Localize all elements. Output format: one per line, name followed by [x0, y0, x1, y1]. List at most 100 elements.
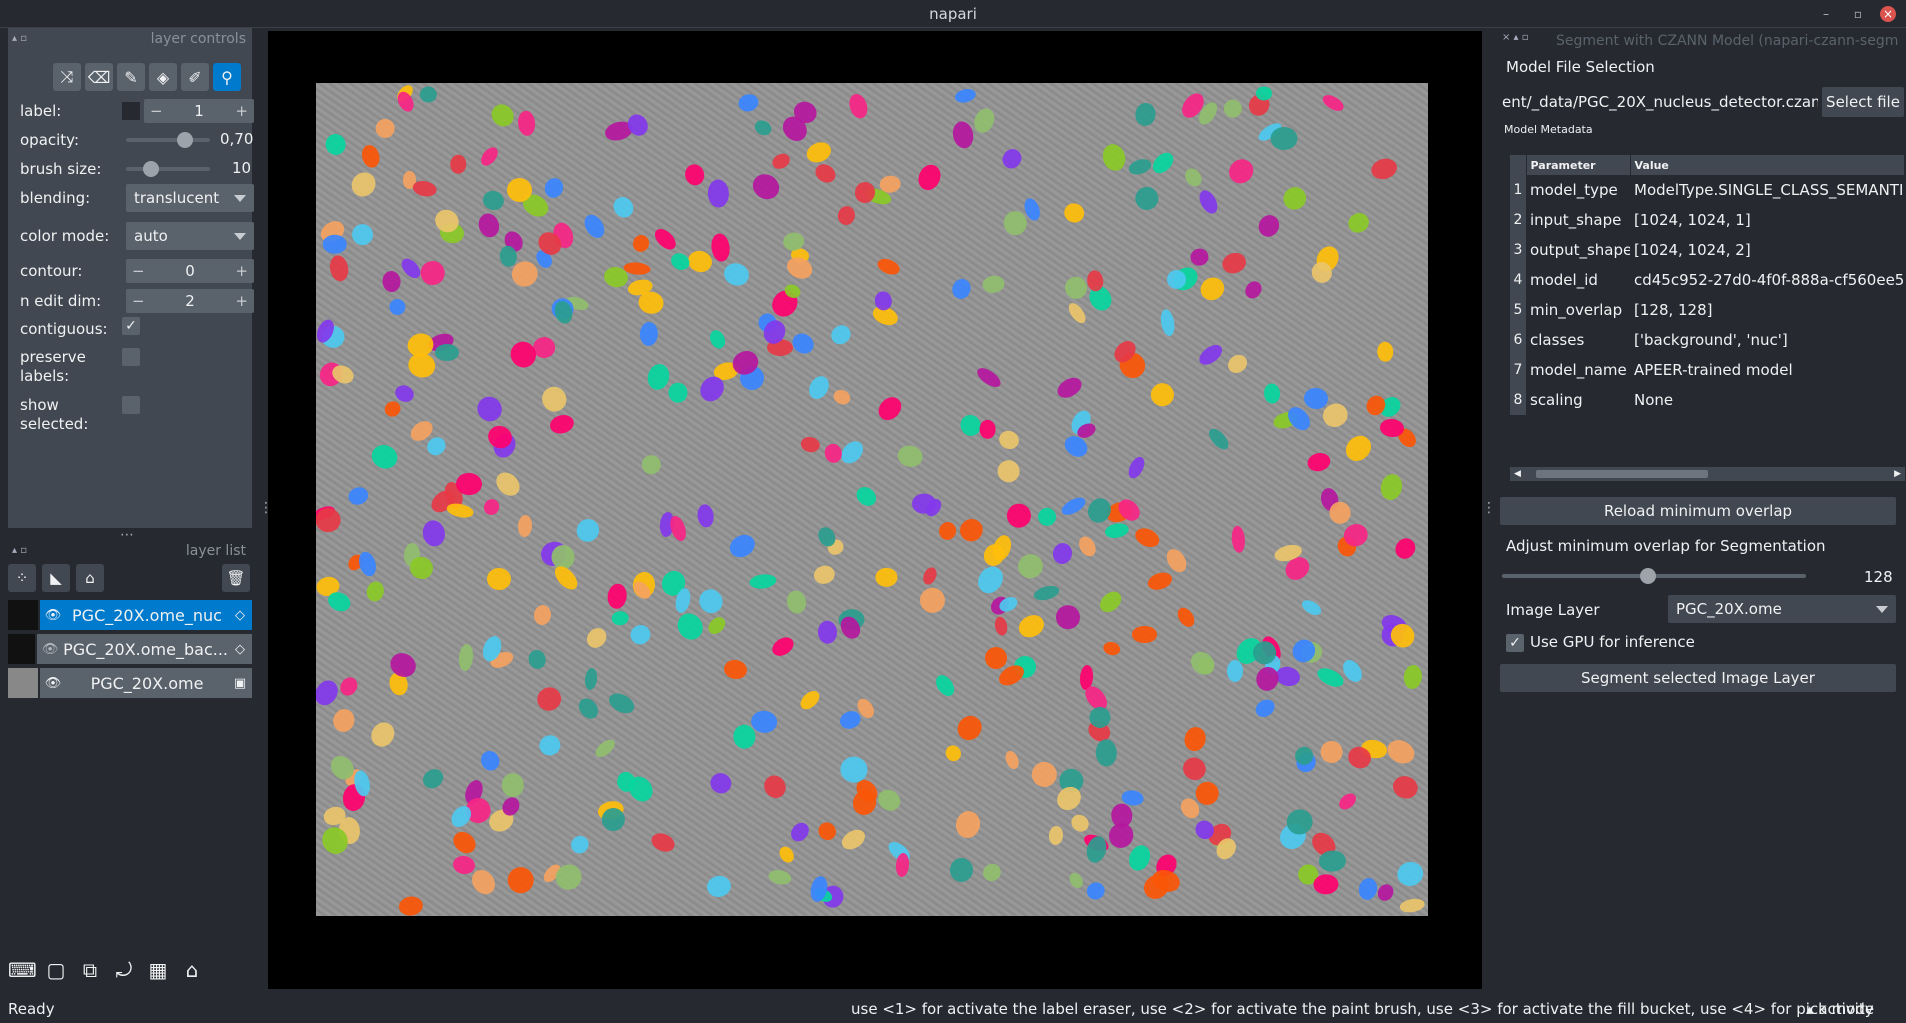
- layer-name[interactable]: PGC_20X.ome: [66, 674, 228, 693]
- nucleus-label: [704, 873, 733, 900]
- opacity-slider[interactable]: [126, 138, 210, 142]
- color-picker-icon[interactable]: ✐: [181, 63, 209, 91]
- select-file-button[interactable]: Select file: [1822, 87, 1904, 117]
- contour-spinbox[interactable]: − 0 +: [126, 259, 254, 283]
- nucleus-label: [1287, 635, 1320, 668]
- scrollbar-thumb[interactable]: [1536, 470, 1708, 478]
- contiguous-checkbox[interactable]: ✓: [122, 317, 140, 335]
- visibility-eye-icon[interactable]: 👁: [40, 676, 66, 691]
- table-row[interactable]: 6 classes ['background', 'nuc']: [1510, 325, 1905, 355]
- nucleus-label: [1219, 249, 1250, 277]
- table-row[interactable]: 3 output_shape [1024, 1024, 2]: [1510, 235, 1905, 265]
- table-horizontal-scrollbar[interactable]: ◀ ▶: [1510, 467, 1905, 481]
- decrement-icon[interactable]: −: [150, 102, 163, 120]
- layer-item-selected[interactable]: 👁 PGC_20X.ome_nuc ◇: [40, 600, 252, 630]
- transpose-icon[interactable]: ⤾: [110, 956, 138, 984]
- nucleus-label: [1320, 92, 1347, 115]
- layer-row[interactable]: 👁 PGC_20X.ome ▣: [8, 668, 252, 698]
- new-points-layer-icon[interactable]: ⁘: [8, 564, 36, 592]
- zoom-pan-icon[interactable]: ⚲: [213, 63, 241, 91]
- layer-row[interactable]: 👁 PGC_20X.ome_bac... ◇: [8, 634, 252, 664]
- ndisplay-toggle-icon[interactable]: ▢: [42, 956, 70, 984]
- table-row[interactable]: 2 input_shape [1024, 1024, 1]: [1510, 205, 1905, 235]
- nucleus-label: [1195, 187, 1221, 217]
- scroll-left-icon[interactable]: ◀: [1514, 467, 1521, 481]
- nucleus-label: [803, 139, 835, 167]
- reload-overlap-button[interactable]: Reload minimum overlap: [1500, 497, 1896, 525]
- n-edit-dim-spinbox[interactable]: − 2 +: [126, 289, 254, 313]
- nucleus-label: [1014, 550, 1046, 581]
- layer-list-title: ▴ ▫ layer list: [8, 540, 252, 562]
- nucleus-label: [516, 109, 536, 137]
- nucleus-label: [667, 249, 692, 274]
- show-selected-checkbox[interactable]: [122, 396, 140, 414]
- decrement-icon[interactable]: −: [132, 292, 145, 310]
- restore-icon[interactable]: ▫: [1850, 6, 1866, 22]
- close-icon[interactable]: ×: [1880, 6, 1896, 22]
- dock-splitter-handle[interactable]: ⋮: [1482, 500, 1496, 516]
- nucleus-label: [405, 350, 438, 380]
- model-file-path[interactable]: ent/_data/PGC_20X_nucleus_detector.czann: [1502, 93, 1818, 111]
- table-header[interactable]: Value: [1630, 155, 1905, 175]
- layer-name[interactable]: PGC_20X.ome_nuc: [66, 606, 228, 625]
- paint-brush-icon[interactable]: ✎: [117, 63, 145, 91]
- nucleus-label: [1305, 450, 1333, 474]
- layer-row[interactable]: 👁 PGC_20X.ome_nuc ◇: [8, 600, 252, 630]
- layer-name[interactable]: PGC_20X.ome_bac...: [63, 640, 228, 659]
- table-row[interactable]: 8 scaling None: [1510, 385, 1905, 415]
- layer-item[interactable]: 👁 PGC_20X.ome_bac... ◇: [37, 634, 252, 664]
- image-layer-dropdown[interactable]: PGC_20X.ome: [1668, 595, 1896, 623]
- overlap-slider-handle[interactable]: [1639, 568, 1656, 584]
- table-row[interactable]: 7 model_name APEER-trained model: [1510, 355, 1905, 385]
- preserve-labels-checkbox[interactable]: [122, 348, 140, 366]
- nucleus-label: [981, 274, 1006, 295]
- console-icon[interactable]: ⌨: [8, 956, 37, 984]
- dock-pin-icon[interactable]: ▴ ▫: [12, 28, 27, 50]
- color-mode-dropdown[interactable]: auto: [126, 222, 254, 250]
- shuffle-colors-icon[interactable]: ⤨: [53, 63, 81, 91]
- nucleus-label: [1254, 211, 1283, 241]
- nucleus-label: [749, 572, 778, 590]
- nucleus-label: [486, 567, 512, 591]
- brush-size-slider[interactable]: [126, 167, 210, 171]
- blending-dropdown[interactable]: translucent: [126, 184, 254, 212]
- minimize-icon[interactable]: –: [1818, 6, 1834, 22]
- table-row[interactable]: 1 model_type ModelType.SINGLE_CLASS_SEMANT…: [1510, 175, 1905, 205]
- table-header[interactable]: Parameter: [1526, 155, 1631, 175]
- use-gpu-checkbox[interactable]: ✓: [1506, 634, 1524, 652]
- layer-item[interactable]: 👁 PGC_20X.ome ▣: [40, 668, 252, 698]
- segment-button[interactable]: Segment selected Image Layer: [1500, 664, 1896, 692]
- label-spinbox[interactable]: − 1 +: [144, 99, 254, 123]
- new-shapes-layer-icon[interactable]: ◣: [42, 564, 70, 592]
- model-metadata-label: Model Metadata: [1504, 123, 1593, 136]
- home-icon[interactable]: ⌂: [178, 956, 206, 984]
- grid-view-icon[interactable]: ▦: [144, 956, 172, 984]
- fill-bucket-icon[interactable]: ◈: [149, 63, 177, 91]
- opacity-slider-handle[interactable]: [176, 132, 193, 148]
- brush-size-slider-handle[interactable]: [143, 161, 160, 177]
- nucleus-label: [324, 132, 348, 157]
- visibility-eye-off-icon[interactable]: 👁: [37, 642, 63, 657]
- nucleus-label: [1126, 841, 1155, 874]
- nucleus-label: [732, 724, 757, 750]
- new-labels-layer-icon[interactable]: ⌂: [76, 564, 104, 592]
- table-row[interactable]: 4 model_id cd45c952-27d0-4f0f-888a-cf560ee…: [1510, 265, 1905, 295]
- increment-icon[interactable]: +: [235, 262, 248, 280]
- nucleus-label: [696, 503, 715, 529]
- roll-dimensions-icon[interactable]: ⧉: [76, 956, 104, 984]
- increment-icon[interactable]: +: [235, 292, 248, 310]
- nucleus-label: [953, 86, 978, 104]
- activity-button[interactable]: ▴ activity: [1806, 995, 1874, 1023]
- scroll-right-icon[interactable]: ▶: [1894, 467, 1901, 481]
- eraser-icon[interactable]: ⌫: [85, 63, 113, 91]
- dock-pin-icon[interactable]: ▴ ▫: [12, 540, 27, 562]
- increment-icon[interactable]: +: [235, 102, 248, 120]
- visibility-eye-icon[interactable]: 👁: [40, 608, 66, 623]
- nucleus-label: [1028, 759, 1061, 791]
- nucleus-label: [638, 452, 663, 477]
- decrement-icon[interactable]: −: [132, 262, 145, 280]
- table-row[interactable]: 5 min_overlap [128, 128]: [1510, 295, 1905, 325]
- delete-layer-icon[interactable]: 🗑: [222, 564, 250, 592]
- nucleus-label: [721, 259, 752, 289]
- microscopy-image[interactable]: [316, 83, 1428, 916]
